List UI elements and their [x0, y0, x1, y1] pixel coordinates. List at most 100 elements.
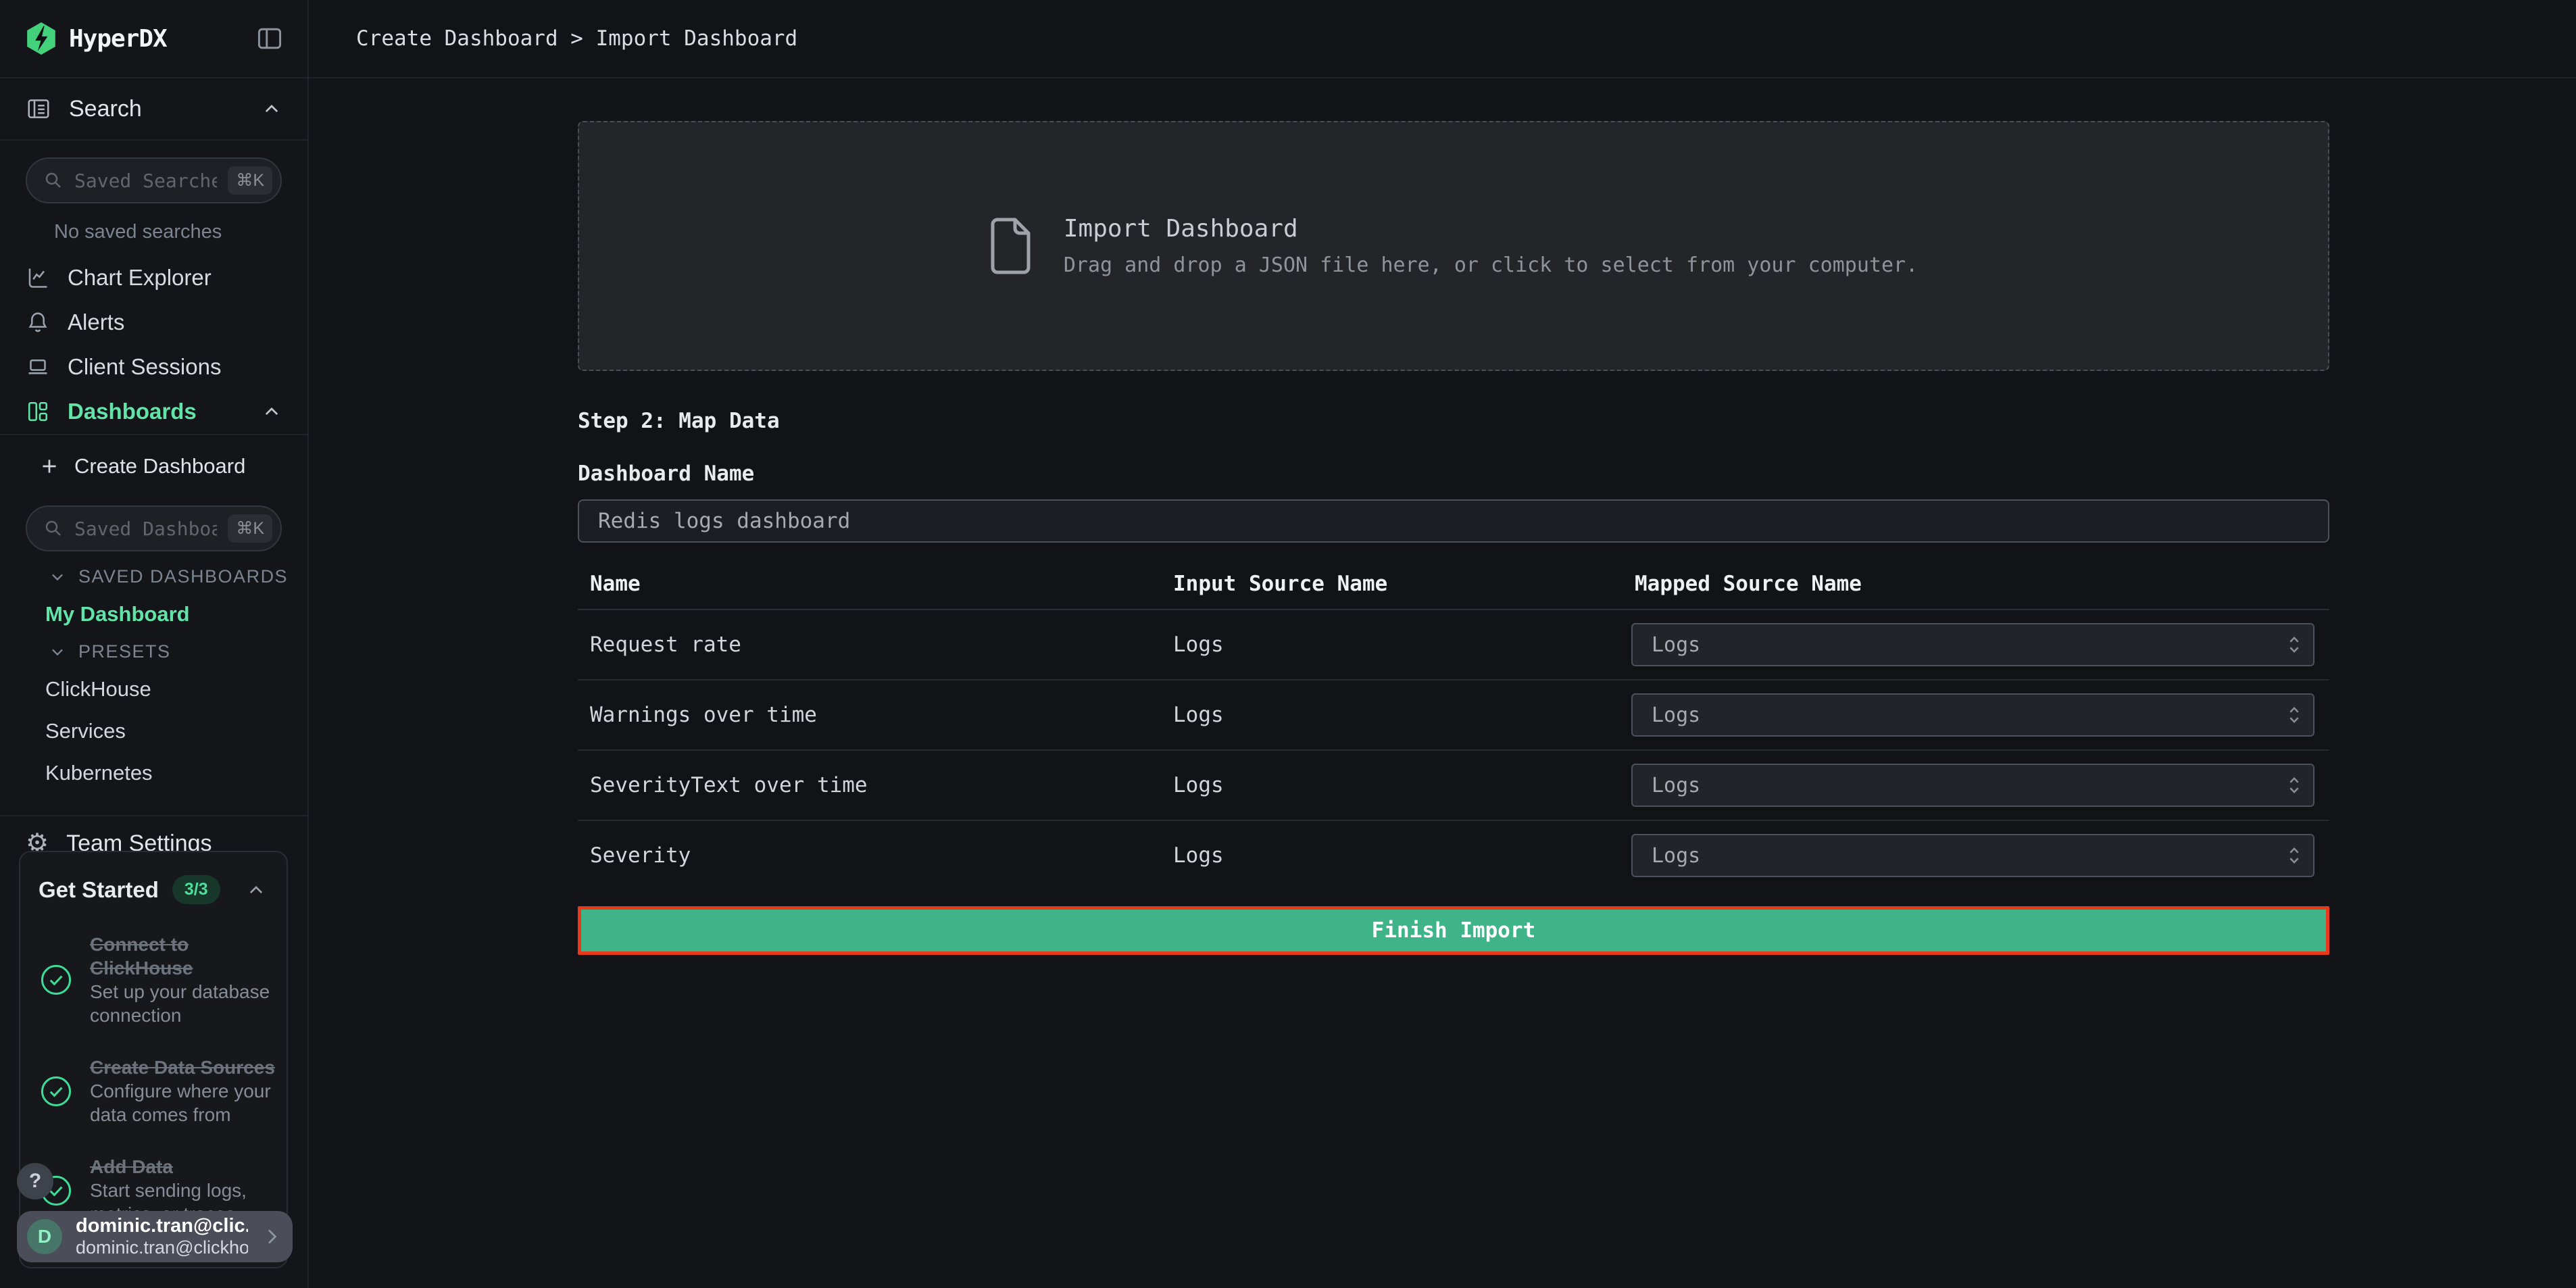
cell-input-source: Logs: [1173, 633, 1631, 657]
mapped-source-select[interactable]: Logs: [1631, 834, 2314, 877]
shortcut-badge: ⌘K: [228, 514, 272, 543]
create-dashboard-button[interactable]: Create Dashboard: [0, 444, 307, 489]
sidebar-item-label: Alerts: [68, 309, 124, 335]
main-area: Create Dashboard > Import Dashboard Impo…: [309, 0, 2576, 1288]
user-info: dominic.tran@clic... dominic.tran@clickh…: [76, 1215, 248, 1258]
mapping-table: Name Input Source Name Mapped Source Nam…: [578, 559, 2329, 890]
user-menu[interactable]: D dominic.tran@clic... dominic.tran@clic…: [17, 1211, 293, 1262]
laptop-icon: [26, 355, 50, 379]
finish-import-button[interactable]: Finish Import: [578, 906, 2329, 955]
dropzone-title: Import Dashboard: [1064, 215, 1918, 243]
plus-icon: [39, 456, 59, 476]
sidebar-item-client-sessions[interactable]: Client Sessions: [0, 345, 307, 389]
select-chevrons-icon: [2286, 774, 2302, 797]
divider: [0, 139, 307, 141]
cell-input-source: Logs: [1173, 843, 1631, 868]
sidebar-nav: Chart Explorer Alerts Client Sessions: [0, 255, 307, 434]
no-saved-searches-note: No saved searches: [54, 221, 282, 243]
select-value: Logs: [1652, 774, 1700, 797]
presets-section-toggle[interactable]: PRESETS: [0, 641, 307, 662]
mapped-source-select[interactable]: Logs: [1631, 623, 2314, 666]
dashboards-icon: [26, 399, 50, 424]
sidebar-item-label: Dashboards: [68, 399, 197, 424]
column-header-mapped-source: Mapped Source Name: [1631, 572, 2329, 596]
cell-name: SeverityText over time: [578, 773, 1173, 797]
dashboard-name-value: Redis logs dashboard: [598, 509, 850, 533]
table-row: Warnings over time Logs Logs: [578, 680, 2329, 751]
saved-dashboards-section-toggle[interactable]: SAVED DASHBOARDS: [0, 566, 307, 587]
cell-name: Severity: [578, 843, 1173, 868]
user-name: dominic.tran@clic...: [76, 1215, 248, 1237]
sidebar-item-clickhouse[interactable]: ClickHouse: [0, 677, 307, 701]
user-email: dominic.tran@clickho...: [76, 1237, 248, 1258]
sidebar-item-dashboards[interactable]: Dashboards: [0, 389, 307, 434]
select-chevrons-icon: [2286, 633, 2302, 656]
sidebar-item-alerts[interactable]: Alerts: [0, 300, 307, 345]
search-icon: [43, 518, 64, 539]
select-value: Logs: [1652, 844, 1700, 868]
bell-icon: [26, 310, 50, 335]
breadcrumb[interactable]: Create Dashboard > Import Dashboard: [356, 26, 797, 51]
sidebar-logo-row: HyperDX: [0, 0, 307, 77]
shortcut-badge: ⌘K: [228, 166, 272, 195]
create-dashboard-label: Create Dashboard: [74, 454, 245, 478]
get-started-item-description: Set up your database connection: [90, 980, 276, 1027]
select-value: Logs: [1652, 703, 1700, 727]
app-window: HyperDX Search: [0, 0, 2576, 1288]
sidebar-item-label: Client Sessions: [68, 354, 221, 380]
chevron-up-icon: [246, 880, 266, 900]
sidebar-section-search[interactable]: Search: [0, 78, 307, 139]
divider: [0, 434, 307, 435]
sidebar-item-label: Chart Explorer: [68, 265, 212, 291]
dropzone-subtitle: Drag and drop a JSON file here, or click…: [1064, 253, 1918, 277]
dashboard-name-input[interactable]: Redis logs dashboard: [578, 499, 2329, 543]
column-header-input-source: Input Source Name: [1173, 572, 1631, 596]
saved-dashboards-input[interactable]: Saved Dashboards ⌘K: [26, 505, 282, 551]
cell-input-source: Logs: [1173, 703, 1631, 727]
section-label: PRESETS: [78, 641, 171, 662]
import-dropzone[interactable]: Import Dashboard Drag and drop a JSON fi…: [578, 121, 2329, 371]
sidebar: HyperDX Search: [0, 0, 309, 1288]
file-icon: [989, 218, 1033, 274]
sidebar-item-services[interactable]: Services: [0, 719, 307, 743]
get-started-header[interactable]: Get Started 3/3: [39, 875, 276, 904]
select-value: Logs: [1652, 633, 1700, 657]
get-started-item-title: Create Data Sources: [90, 1056, 276, 1079]
select-chevrons-icon: [2286, 844, 2302, 867]
brand[interactable]: HyperDX: [26, 22, 167, 55]
chevron-down-icon: [49, 568, 66, 586]
get-started-item-title: Add Data: [90, 1155, 276, 1179]
sidebar-item-kubernetes[interactable]: Kubernetes: [0, 761, 307, 785]
table-row: Severity Logs Logs: [578, 821, 2329, 890]
get-started-title: Get Started: [39, 877, 159, 903]
progress-badge: 3/3: [172, 875, 220, 904]
saved-searches-input[interactable]: Saved Searches ⌘K: [26, 157, 282, 203]
top-bar: Create Dashboard > Import Dashboard: [309, 0, 2576, 78]
get-started-item-connect[interactable]: Connect to ClickHouse Set up your databa…: [39, 933, 276, 1027]
chevron-up-icon: [262, 401, 282, 422]
saved-searches-placeholder: Saved Searches: [74, 170, 217, 192]
panel-left-icon: [255, 24, 284, 53]
chevron-down-icon: [49, 643, 66, 661]
get-started-item-sources[interactable]: Create Data Sources Configure where your…: [39, 1056, 276, 1126]
cell-name: Request rate: [578, 633, 1173, 657]
chart-icon: [26, 266, 50, 290]
step-label: Step 2: Map Data: [578, 409, 2329, 433]
sidebar-item-chart-explorer[interactable]: Chart Explorer: [0, 255, 307, 300]
saved-dashboards-placeholder: Saved Dashboards: [74, 518, 217, 540]
get-started-card: Get Started 3/3 Connect to ClickHouse Se…: [19, 851, 288, 1268]
get-started-item-description: Configure where your data comes from: [90, 1079, 276, 1126]
help-button[interactable]: ?: [17, 1163, 53, 1199]
search-section-icon: [26, 96, 51, 122]
search-icon: [43, 170, 64, 191]
cell-name: Warnings over time: [578, 703, 1173, 727]
table-row: Request rate Logs Logs: [578, 610, 2329, 680]
sidebar-collapse-button[interactable]: [255, 24, 284, 53]
dashboard-name-label: Dashboard Name: [578, 462, 2329, 486]
mapped-source-select[interactable]: Logs: [1631, 764, 2314, 807]
check-circle-icon: [39, 1074, 74, 1109]
check-circle-icon: [39, 962, 74, 997]
mapped-source-select[interactable]: Logs: [1631, 693, 2314, 737]
table-header-row: Name Input Source Name Mapped Source Nam…: [578, 559, 2329, 610]
sidebar-item-my-dashboard[interactable]: My Dashboard: [0, 602, 307, 626]
